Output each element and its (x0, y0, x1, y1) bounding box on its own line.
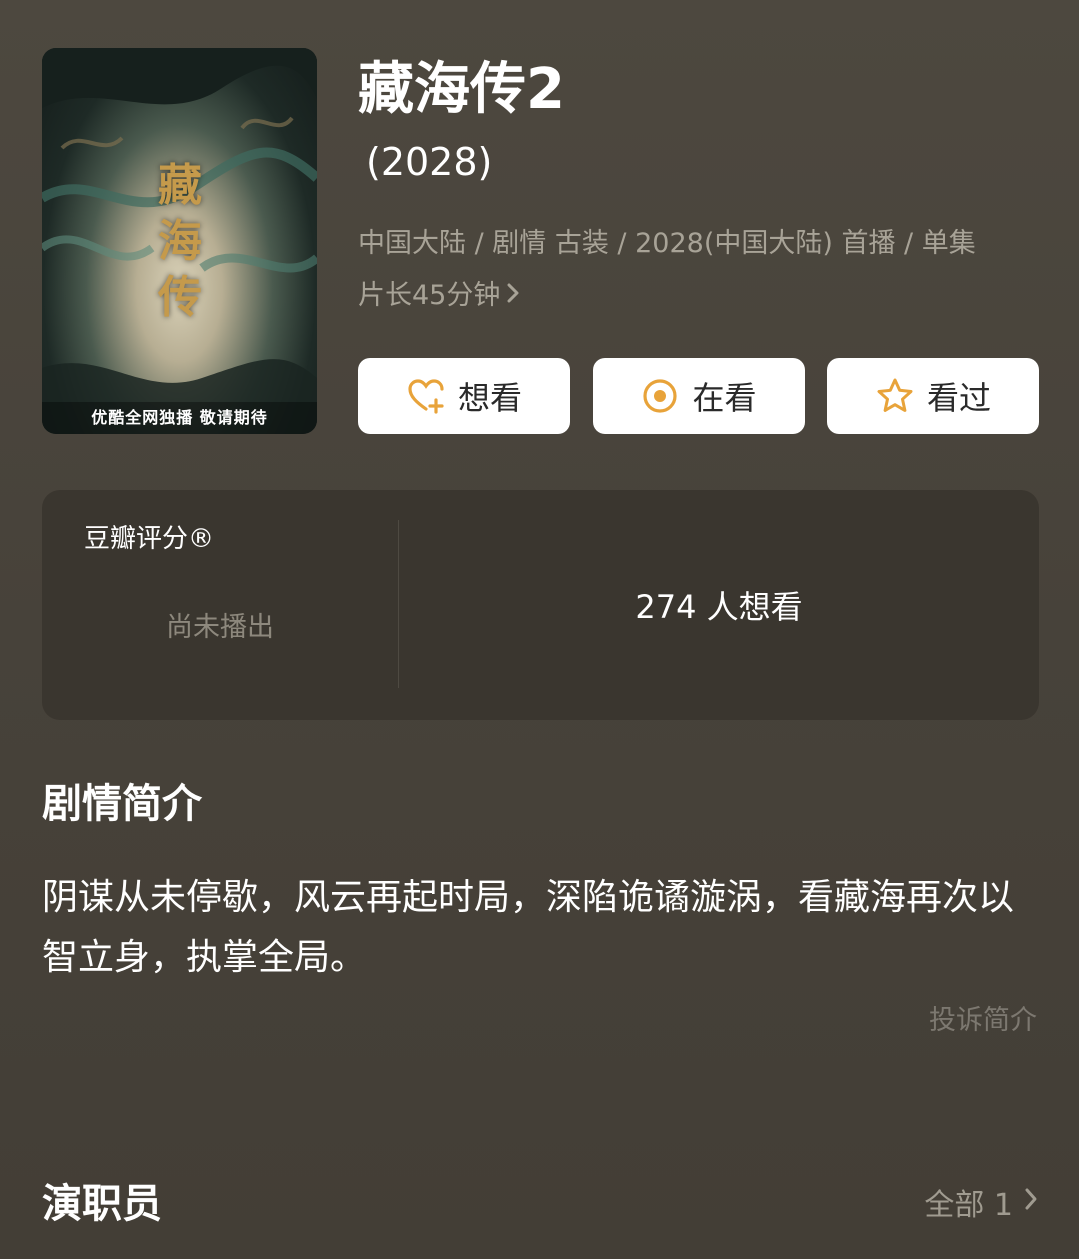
target-circle-icon (640, 376, 680, 416)
watching-label: 在看 (692, 379, 757, 417)
meta-line-1: 中国大陆 / 剧情 古装 / 2028(中国大陆) 首播 / 单集 (358, 228, 976, 259)
watching-button[interactable]: 在看 (592, 358, 805, 434)
heart-plus-icon (406, 376, 446, 416)
chevron-right-icon (506, 270, 520, 322)
poster-tagline: 优酷全网独播 敬请期待 (42, 402, 317, 434)
synopsis-heading: 剧情简介 (42, 781, 202, 827)
meta-line-2: 片长45分钟 (358, 270, 1038, 322)
rating-status: 尚未播出 (166, 612, 274, 643)
rating-panel[interactable]: 豆瓣评分® 尚未播出 274 人想看 (42, 490, 1039, 720)
watched-label: 看过 (926, 379, 991, 417)
want-to-watch-label: 想看 (457, 379, 522, 417)
cast-heading: 演职员 (42, 1181, 162, 1227)
report-synopsis-link[interactable]: 投诉简介 (929, 998, 1037, 1037)
show-year: (2028) (366, 140, 493, 184)
synopsis-text: 阴谋从未停歇，风云再起时局，深陷诡谲漩涡，看藏海再次以智立身，执掌全局。 (42, 877, 1015, 978)
show-meta[interactable]: 中国大陆 / 剧情 古装 / 2028(中国大陆) 首播 / 单集 片长45分钟 (358, 218, 1038, 322)
douban-rating-label: 豆瓣评分® (84, 524, 215, 554)
poster-image[interactable]: 藏海传 优酷全网独播 敬请期待 (42, 48, 317, 434)
cast-all-link[interactable]: 全部 1 (924, 1180, 1039, 1224)
star-outline-icon (875, 376, 915, 416)
want-to-watch-count[interactable]: 274 人想看 (399, 582, 1039, 628)
poster-calligraphy: 藏海传 (158, 160, 202, 323)
want-to-watch-button[interactable]: 想看 (358, 358, 570, 434)
meta-runtime: 片长45分钟 (358, 280, 501, 311)
show-title: 藏海传2 (358, 57, 565, 122)
cast-all-label: 全部 1 (924, 1188, 1013, 1223)
chevron-right-icon (1023, 1185, 1039, 1220)
action-buttons: 想看 在看 看过 (358, 358, 1039, 434)
watched-button[interactable]: 看过 (827, 358, 1039, 434)
